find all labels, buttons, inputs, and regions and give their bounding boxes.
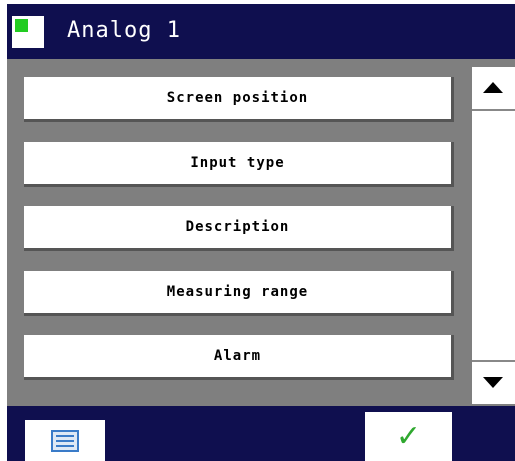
checkmark-icon: ✓ [395,419,422,454]
alarm-button[interactable]: Alarm [24,335,454,380]
input-type-button[interactable]: Input type [24,142,454,187]
screen-position-button[interactable]: Screen position [24,77,454,122]
ok-button[interactable]: ✓ [365,412,452,461]
scroll-track[interactable] [472,111,515,360]
title-bar: Analog 1 [7,4,515,59]
description-button[interactable]: Description [24,206,454,251]
triangle-up-icon[interactable] [472,67,515,111]
scrollbar[interactable] [472,67,515,404]
bottom-bar: ✓ [7,406,515,461]
device-screen: Analog 1 Screen position Input type Desc… [7,4,515,461]
list-window-icon [51,430,79,452]
triangle-down-icon[interactable] [472,360,515,404]
grid-window-icon [12,16,44,48]
window-title: Analog 1 [67,18,181,43]
menu-button[interactable] [25,420,105,461]
measuring-range-button[interactable]: Measuring range [24,271,454,316]
